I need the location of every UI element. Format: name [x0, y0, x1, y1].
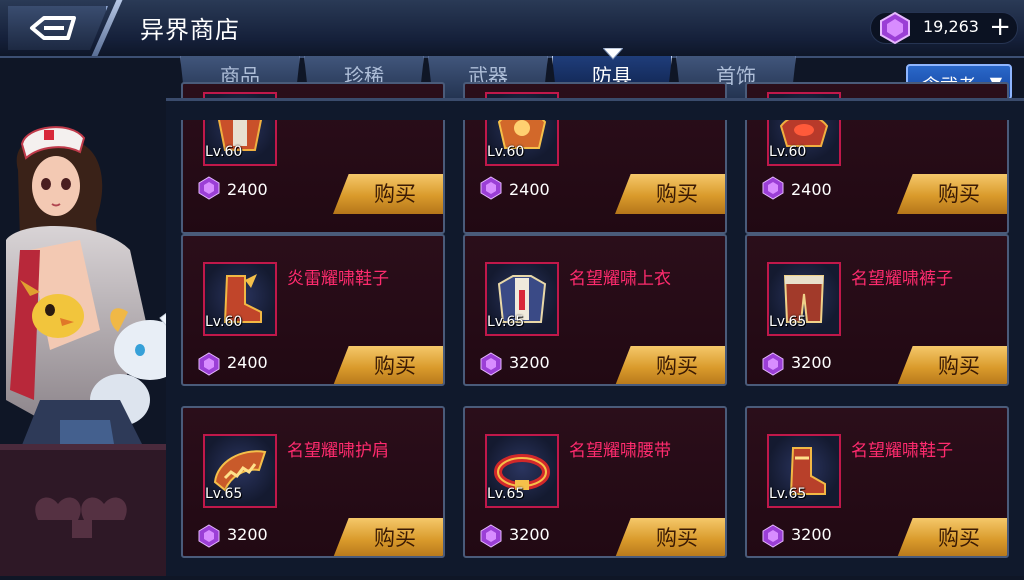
item-card[interactable]: Lv.65 名望耀啸上衣 3200 购买 [463, 234, 727, 386]
back-button[interactable] [8, 6, 108, 50]
gem-price-icon [762, 176, 784, 200]
item-price: 2400 [509, 180, 550, 199]
item-level: Lv.65 [205, 486, 243, 502]
buy-button[interactable]: 购买 [333, 346, 443, 384]
page-title: 异界商店 [140, 16, 240, 44]
back-arrow-icon [30, 16, 76, 40]
currency-amount: 19,263 [923, 17, 979, 36]
gem-price-icon [762, 352, 784, 376]
buy-button[interactable]: 购买 [897, 346, 1007, 384]
item-level: Lv.65 [769, 314, 807, 330]
buy-button[interactable]: 购买 [615, 174, 725, 214]
grid-top-mask [166, 100, 1024, 120]
buy-button[interactable]: 购买 [897, 174, 1007, 214]
item-card[interactable]: Lv.60 炎雷耀啸鞋子 2400 购买 [181, 234, 445, 386]
item-card[interactable]: Lv.65 名望耀啸腰带 3200 购买 [463, 406, 727, 558]
item-price: 2400 [791, 180, 832, 199]
gem-price-icon [198, 176, 220, 200]
item-price: 3200 [791, 525, 832, 544]
gem-price-icon [480, 524, 502, 548]
gem-price-icon [198, 352, 220, 376]
item-card[interactable]: Lv.65 名望耀啸鞋子 3200 购买 [745, 406, 1009, 558]
item-price: 2400 [227, 353, 268, 372]
top-bar: 异界商店 19,263 + [0, 0, 1024, 58]
gem-price-icon [762, 524, 784, 548]
item-price: 3200 [227, 525, 268, 544]
item-level: Lv.60 [769, 144, 807, 160]
item-name: 名望耀啸鞋子 [851, 441, 953, 461]
character-panel [0, 100, 191, 576]
item-card[interactable]: Lv.65 名望耀啸裤子 3200 购买 [745, 234, 1009, 386]
buy-button[interactable]: 购买 [615, 346, 725, 384]
gem-price-icon [480, 352, 502, 376]
item-level: Lv.65 [487, 486, 525, 502]
gem-price-icon [198, 524, 220, 548]
active-tab-indicator [603, 48, 623, 60]
buy-button[interactable]: 购买 [615, 518, 725, 556]
gem-price-icon [480, 176, 502, 200]
item-level: Lv.60 [205, 144, 243, 160]
buy-button[interactable]: 购买 [897, 518, 1007, 556]
item-price: 3200 [791, 353, 832, 372]
pedestal-base [0, 444, 170, 576]
item-price: 3200 [509, 525, 550, 544]
item-name: 炎雷耀啸鞋子 [287, 269, 389, 289]
buy-button[interactable]: 购买 [333, 174, 443, 214]
item-level: Lv.60 [205, 314, 243, 330]
item-level: Lv.65 [487, 314, 525, 330]
item-name: 名望耀啸裤子 [851, 269, 953, 289]
buy-button[interactable]: 购买 [333, 518, 443, 556]
item-level: Lv.65 [769, 486, 807, 502]
item-price: 2400 [227, 180, 268, 199]
item-level: Lv.60 [487, 144, 525, 160]
item-card[interactable]: Lv.65 名望耀啸护肩 3200 购买 [181, 406, 445, 558]
item-name: 名望耀啸腰带 [569, 441, 671, 461]
gem-currency-icon [880, 11, 910, 45]
add-currency-button[interactable]: + [989, 12, 1011, 42]
currency-display: 19,263 + [870, 11, 1018, 45]
item-name: 名望耀啸护肩 [287, 441, 389, 461]
item-name: 名望耀啸上衣 [569, 269, 671, 289]
tab-bar-base [166, 98, 1024, 101]
item-price: 3200 [509, 353, 550, 372]
